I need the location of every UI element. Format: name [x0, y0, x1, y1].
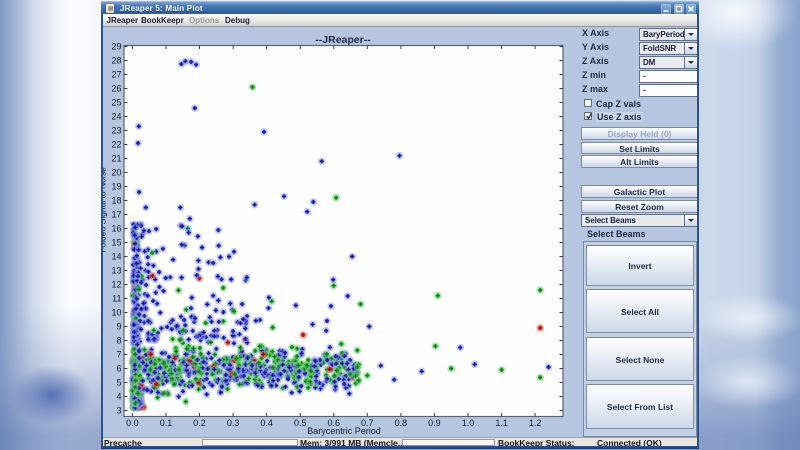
svg-text:28: 28 [111, 55, 121, 65]
svg-text:24: 24 [111, 111, 121, 121]
svg-text:0.5: 0.5 [294, 418, 307, 428]
svg-text:9: 9 [116, 321, 121, 331]
svg-text:25: 25 [111, 97, 121, 107]
svg-text:6: 6 [116, 363, 121, 373]
svg-text:3: 3 [116, 405, 121, 415]
svg-text:15: 15 [111, 237, 121, 247]
svg-text:29: 29 [111, 41, 121, 51]
svg-text:8: 8 [116, 335, 121, 345]
svg-text:1.1: 1.1 [495, 418, 508, 428]
svg-text:0.8: 0.8 [395, 418, 408, 428]
svg-text:1.2: 1.2 [529, 418, 542, 428]
svg-text:26: 26 [111, 83, 121, 93]
svg-text:23: 23 [111, 125, 121, 135]
svg-text:0.3: 0.3 [227, 418, 240, 428]
svg-text:17: 17 [111, 209, 121, 219]
svg-text:16: 16 [111, 223, 121, 233]
svg-text:21: 21 [111, 153, 121, 163]
svg-text:12: 12 [111, 279, 121, 289]
svg-text:20: 20 [111, 167, 121, 177]
svg-text:7: 7 [116, 349, 121, 359]
svg-text:5: 5 [116, 377, 121, 387]
svg-text:14: 14 [111, 251, 121, 261]
svg-text:4: 4 [116, 391, 121, 401]
svg-text:0.0: 0.0 [126, 418, 139, 428]
svg-text:0.4: 0.4 [260, 418, 273, 428]
svg-text:11: 11 [112, 293, 121, 303]
svg-text:19: 19 [111, 181, 121, 191]
svg-text:18: 18 [111, 195, 121, 205]
svg-text:1.0: 1.0 [462, 418, 475, 428]
svg-text:10: 10 [111, 307, 121, 317]
svg-text:0.9: 0.9 [428, 418, 441, 428]
svg-text:0.1: 0.1 [160, 418, 173, 428]
svg-text:Barycentric Period: Barycentric Period [307, 426, 381, 436]
svg-text:0.2: 0.2 [193, 418, 206, 428]
svg-text:22: 22 [111, 139, 121, 149]
svg-text:13: 13 [111, 265, 121, 275]
svg-text:27: 27 [111, 69, 121, 79]
svg-text:--JReaper--: --JReaper-- [315, 34, 371, 46]
